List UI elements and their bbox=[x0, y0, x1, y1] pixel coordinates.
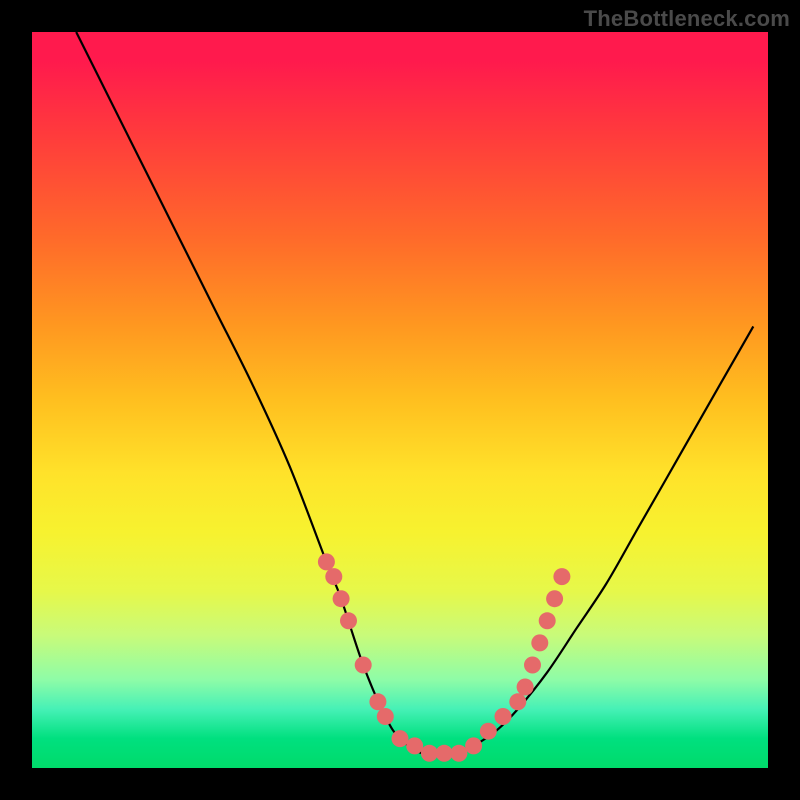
curve-marker bbox=[531, 634, 548, 651]
curve-marker bbox=[553, 568, 570, 585]
curve-marker bbox=[495, 708, 512, 725]
curve-marker bbox=[318, 553, 335, 570]
curve-marker bbox=[369, 693, 386, 710]
curve-layer bbox=[32, 32, 768, 768]
curve-marker bbox=[517, 679, 534, 696]
curve-marker bbox=[421, 745, 438, 762]
curve-marker bbox=[450, 745, 467, 762]
curve-marker bbox=[325, 568, 342, 585]
curve-marker bbox=[355, 657, 372, 674]
plot-area bbox=[32, 32, 768, 768]
watermark-text: TheBottleneck.com bbox=[584, 6, 790, 32]
chart-frame: TheBottleneck.com bbox=[0, 0, 800, 800]
curve-marker bbox=[377, 708, 394, 725]
curve-marker bbox=[436, 745, 453, 762]
curve-marker bbox=[333, 590, 350, 607]
bottleneck-curve-path bbox=[76, 32, 753, 754]
curve-marker bbox=[546, 590, 563, 607]
curve-marker bbox=[509, 693, 526, 710]
curve-marker bbox=[524, 657, 541, 674]
curve-marker bbox=[406, 737, 423, 754]
curve-marker bbox=[465, 737, 482, 754]
marker-group bbox=[318, 553, 571, 761]
curve-marker bbox=[539, 612, 556, 629]
curve-marker bbox=[340, 612, 357, 629]
curve-marker bbox=[392, 730, 409, 747]
curve-marker bbox=[480, 723, 497, 740]
